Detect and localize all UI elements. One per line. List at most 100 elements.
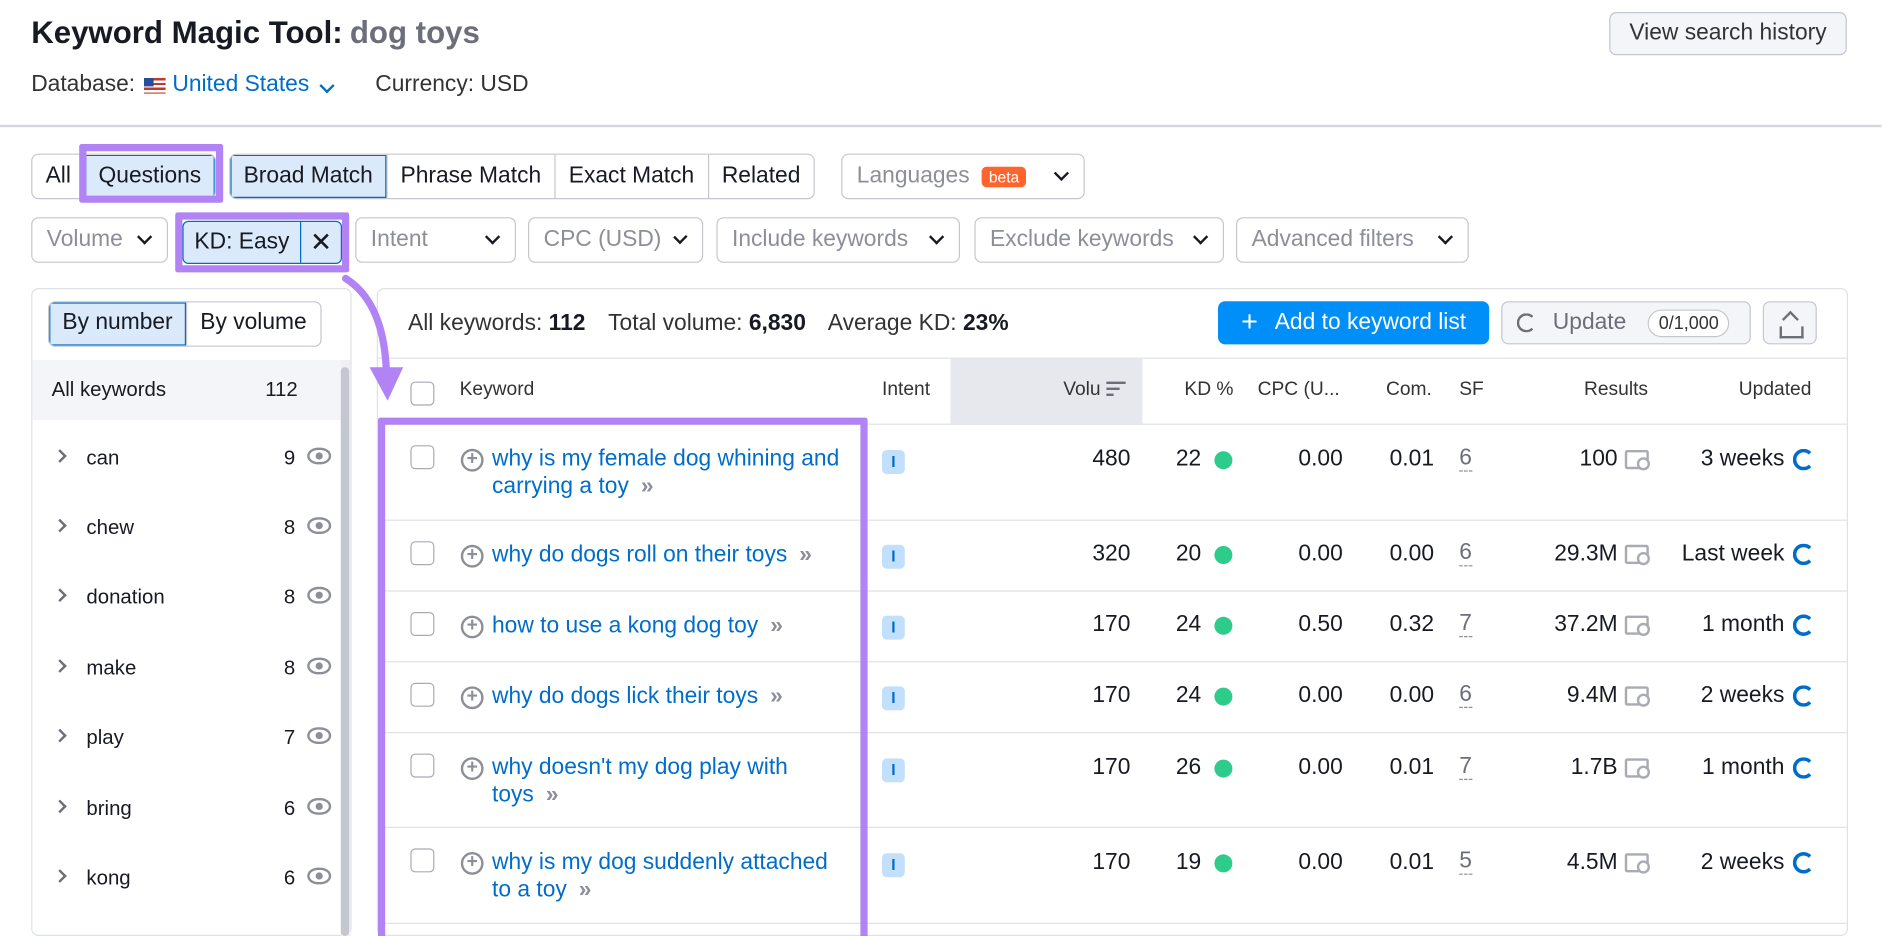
serp-preview-icon[interactable] bbox=[1624, 686, 1651, 707]
total-keywords-label: All keywords: bbox=[408, 310, 543, 336]
column-results[interactable]: Results bbox=[1584, 379, 1648, 401]
tab-broad-match[interactable]: Broad Match bbox=[230, 154, 388, 199]
volume-filter-label: Volume bbox=[46, 226, 123, 253]
chevron-right-icon[interactable] bbox=[53, 728, 67, 743]
tab-by-number[interactable]: By number bbox=[49, 302, 188, 346]
group-item[interactable]: make 8 bbox=[48, 650, 336, 686]
column-cpc[interactable]: CPC (U... bbox=[1258, 379, 1340, 401]
group-count: 8 bbox=[283, 516, 296, 539]
chevron-right-icon[interactable] bbox=[53, 588, 67, 602]
tab-all[interactable]: All bbox=[32, 154, 86, 199]
group-item[interactable]: bring 6 bbox=[48, 791, 336, 827]
volume-value: 170 bbox=[1092, 682, 1131, 708]
intent-filter-label: Intent bbox=[370, 226, 428, 253]
chevron-right-icon[interactable] bbox=[53, 518, 67, 533]
serp-preview-icon[interactable] bbox=[1624, 853, 1651, 874]
chevron-right-icon[interactable] bbox=[53, 869, 67, 883]
database-selector[interactable]: United States bbox=[172, 72, 339, 98]
kd-value: 20 bbox=[1175, 541, 1202, 567]
column-serp-features[interactable]: SF bbox=[1459, 379, 1484, 401]
group-count: 7 bbox=[283, 726, 296, 749]
column-updated[interactable]: Updated bbox=[1739, 379, 1812, 401]
chevron-right-icon[interactable] bbox=[53, 449, 67, 463]
sort-descending-icon[interactable] bbox=[1106, 381, 1126, 399]
cpc-filter[interactable]: CPC (USD) bbox=[528, 217, 704, 263]
chevron-right-icon[interactable] bbox=[53, 799, 67, 814]
serp-preview-icon[interactable] bbox=[1624, 450, 1651, 471]
column-kd[interactable]: KD % bbox=[1184, 379, 1233, 401]
cpc-value: 0.00 bbox=[1298, 682, 1343, 708]
refresh-icon[interactable] bbox=[1792, 757, 1815, 779]
group-item[interactable]: can 9 bbox=[48, 440, 336, 476]
cpc-value: 0.00 bbox=[1298, 754, 1343, 781]
eye-icon[interactable] bbox=[307, 727, 332, 744]
results-value: 4.5M bbox=[1566, 849, 1618, 875]
tab-by-volume[interactable]: By volume bbox=[187, 302, 320, 345]
refresh-icon[interactable] bbox=[1792, 448, 1815, 471]
eye-icon[interactable] bbox=[307, 586, 332, 604]
serp-preview-icon[interactable] bbox=[1624, 758, 1651, 779]
eye-icon[interactable] bbox=[307, 867, 332, 885]
eye-icon[interactable] bbox=[307, 657, 332, 675]
group-item[interactable]: donation 8 bbox=[48, 580, 336, 616]
group-item[interactable]: chew 8 bbox=[48, 510, 336, 546]
refresh-icon[interactable] bbox=[1792, 543, 1815, 566]
currency-label: Currency: USD bbox=[375, 72, 529, 98]
kd-filter-highlight bbox=[175, 212, 350, 273]
tab-related[interactable]: Related bbox=[709, 155, 814, 198]
column-volume[interactable]: Volu bbox=[1063, 379, 1100, 401]
serp-features-count[interactable]: 6 bbox=[1459, 446, 1472, 472]
group-count: 6 bbox=[283, 796, 296, 820]
competition-value: 0.01 bbox=[1389, 849, 1434, 875]
keywords-highlight bbox=[378, 417, 868, 936]
serp-features-count[interactable]: 6 bbox=[1459, 541, 1472, 567]
tool-title: Keyword Magic Tool: bbox=[31, 14, 343, 51]
column-competition[interactable]: Com. bbox=[1386, 379, 1432, 401]
group-count: 6 bbox=[283, 866, 296, 890]
chevron-down-icon bbox=[1053, 165, 1070, 182]
serp-features-count[interactable]: 6 bbox=[1459, 682, 1472, 708]
intent-badge: I bbox=[882, 544, 905, 569]
database-label: Database: bbox=[31, 72, 136, 98]
update-button[interactable]: Update 0/1,000 bbox=[1501, 301, 1751, 345]
column-intent[interactable]: Intent bbox=[882, 379, 930, 401]
tab-phrase-match[interactable]: Phrase Match bbox=[387, 154, 556, 199]
export-button[interactable] bbox=[1762, 301, 1817, 345]
serp-preview-icon[interactable] bbox=[1624, 544, 1651, 566]
chevron-right-icon[interactable] bbox=[53, 659, 67, 673]
scrollbar-thumb[interactable] bbox=[340, 367, 350, 936]
serp-features-count[interactable]: 7 bbox=[1459, 754, 1472, 781]
eye-icon[interactable] bbox=[307, 517, 332, 534]
include-keywords-filter[interactable]: Include keywords bbox=[716, 217, 961, 263]
updated-value: Last week bbox=[1681, 541, 1785, 567]
languages-dropdown[interactable]: Languages beta bbox=[841, 153, 1085, 200]
exclude-keywords-filter[interactable]: Exclude keywords bbox=[974, 217, 1224, 263]
intent-filter[interactable]: Intent bbox=[355, 217, 516, 263]
exclude-filter-label: Exclude keywords bbox=[990, 226, 1174, 253]
serp-features-count[interactable]: 5 bbox=[1459, 849, 1472, 875]
us-flag-icon bbox=[143, 77, 166, 93]
chevron-down-icon bbox=[136, 229, 153, 245]
view-search-history-button[interactable]: View search history bbox=[1609, 12, 1847, 56]
serp-preview-icon[interactable] bbox=[1624, 615, 1651, 637]
intent-badge: I bbox=[882, 686, 905, 711]
intent-badge: I bbox=[882, 853, 905, 878]
tab-exact-match[interactable]: Exact Match bbox=[556, 154, 709, 199]
group-item[interactable]: kong 6 bbox=[48, 860, 336, 896]
serp-features-count[interactable]: 7 bbox=[1459, 611, 1472, 638]
column-keyword[interactable]: Keyword bbox=[460, 379, 535, 401]
include-filter-label: Include keywords bbox=[732, 226, 909, 253]
refresh-icon[interactable] bbox=[1792, 614, 1815, 636]
updated-value: 1 month bbox=[1702, 612, 1785, 638]
group-item[interactable]: play 7 bbox=[48, 720, 336, 756]
eye-icon[interactable] bbox=[307, 798, 332, 815]
refresh-icon[interactable] bbox=[1792, 852, 1815, 874]
eye-icon[interactable] bbox=[307, 447, 332, 465]
refresh-icon[interactable] bbox=[1792, 685, 1815, 707]
chevron-down-icon bbox=[1192, 229, 1209, 245]
add-to-keyword-list-button[interactable]: + Add to keyword list bbox=[1218, 301, 1490, 345]
volume-filter[interactable]: Volume bbox=[31, 217, 169, 263]
advanced-filters[interactable]: Advanced filters bbox=[1236, 217, 1469, 263]
languages-label: Languages bbox=[856, 163, 970, 189]
chevron-down-icon bbox=[484, 229, 501, 245]
